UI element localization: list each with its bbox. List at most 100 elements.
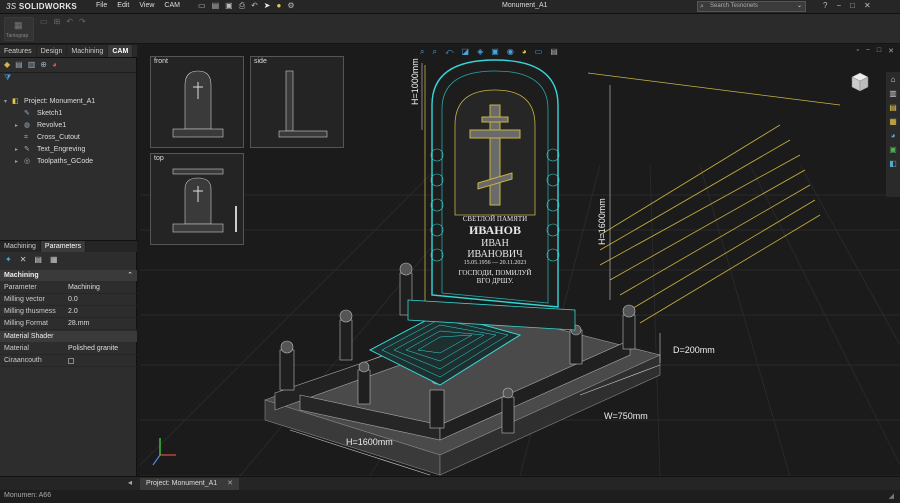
prop-row[interactable]: Parameter Machining [0,282,137,294]
ciraancouth-checkbox[interactable] [68,358,74,364]
close-tab-icon[interactable]: ✕ [227,480,233,487]
tree-item-cross-cutout[interactable]: ⌗ Cross_Cutout [0,132,137,144]
prop-value[interactable]: 28.mm [68,318,89,330]
maximize-icon[interactable]: □ [850,1,855,10]
tree-item-sketch1[interactable]: ✎ Sketch1 [0,108,137,120]
dimxpert-icon[interactable]: ⊕ [40,60,47,70]
zoom-fit-icon[interactable]: ⌕ [420,47,424,57]
expand-arrow-icon[interactable]: ▸ [15,120,18,132]
axis-triad [152,438,176,466]
tree-item-text-engraving[interactable]: ▸ ✎ Text_Engreving [0,144,137,156]
dim-length[interactable]: H=1600mm [346,437,393,447]
command-manager: ▦ Tantograp ▭ ⊞ ↶ ↷ [0,14,900,44]
options-gear-icon[interactable]: ⚙ [287,1,294,11]
tab-design[interactable]: Design [37,45,68,57]
prop-value[interactable]: 2.0 [68,306,78,318]
dim-depth[interactable]: D=200mm [673,345,715,355]
disabled-tool-icon[interactable]: ⊞ [54,17,61,26]
design-library-icon[interactable]: ▥ [889,89,897,98]
menu-file[interactable]: File [96,2,107,9]
graphics-viewport[interactable]: СВЕТЛОЙ ПАМЯТИ ИВАНОВ ИВАН ИВАНОВИЧ 15.0… [140,45,900,476]
disabled-tool-icon[interactable]: ↷ [79,17,86,26]
prop-row-ciraancouth[interactable]: Ciraancouth [0,355,137,367]
appearance-icon[interactable]: ◕ [52,60,57,70]
file-explorer-icon[interactable]: ▤ [889,103,897,112]
undo-icon[interactable]: ↶ [251,1,258,11]
disabled-tool-icon[interactable]: ▭ [40,17,48,26]
open-folder-icon[interactable]: ▤ [212,1,220,11]
prop-row[interactable]: Milling Format 28.mm [0,318,137,330]
dim-height-side[interactable]: H=1600mm [597,198,607,245]
view-side[interactable]: side [250,56,344,148]
home-icon[interactable]: ⌂ [891,75,896,84]
display-style-icon[interactable]: ▣ [491,47,499,57]
search-dropdown-icon[interactable]: ⌄ [797,2,802,11]
tab-machining[interactable]: Machining [67,45,109,57]
navigation-cube[interactable] [848,71,870,93]
viewport-close-icon[interactable]: ✕ [888,47,894,55]
menu-view[interactable]: View [139,2,154,9]
scene-icon[interactable]: ▭ [535,47,543,57]
collapse-arrow-icon[interactable]: ▾ [4,96,7,108]
minimize-icon[interactable]: − [836,1,841,10]
previous-view-icon[interactable]: ⤺ [445,47,454,57]
appearances-icon[interactable]: ◕ [891,131,896,140]
filter-icon[interactable]: ⧩ [0,73,136,84]
cmd-group-tantograp[interactable]: ▦ Tantograp [4,17,34,41]
viewport-maximize-icon[interactable]: □ [877,47,881,55]
dim-width[interactable]: W=750mm [604,411,648,421]
view-settings-icon[interactable]: ▤ [550,47,558,57]
new-file-icon[interactable]: ▭ [198,1,206,11]
close-icon[interactable]: ✕ [864,1,871,10]
copy-icon[interactable]: ▤ [34,255,42,264]
doc-tab-project[interactable]: Project: Monument_A1 ✕ [140,478,240,490]
prop-value[interactable]: Polished granite [68,343,118,355]
prop-value[interactable]: 0.0 [68,294,78,306]
property-manager-icon[interactable]: ▤ [15,60,23,70]
config-manager-icon[interactable]: ▥ [28,60,36,70]
tree-project[interactable]: ▾ ◧ Project: Monument_A1 [0,96,137,108]
section-material-shader[interactable]: Material Shader [0,331,137,342]
prop-row-material[interactable]: Material Polished granite [0,343,137,355]
disabled-tool-icon[interactable]: ↶ [66,17,73,26]
prop-value[interactable]: Machining [68,282,100,294]
status-resize-grip-icon[interactable]: ◢ [889,492,894,500]
dim-height-top[interactable]: H=1000mm [410,58,420,105]
delete-icon[interactable]: ✕ [20,255,27,264]
viewport-restore-icon[interactable]: ▫ [856,47,858,55]
menu-cam[interactable]: CAM [164,2,180,9]
menu-edit[interactable]: Edit [117,2,129,9]
view-palette-icon[interactable]: ▦ [889,117,897,126]
help-icon[interactable]: ? [823,1,827,10]
rebuild-icon[interactable]: ● [277,1,282,11]
custom-properties-icon[interactable]: ▣ [889,145,897,154]
tab-cam[interactable]: CAM [108,45,134,57]
view-top[interactable]: top [150,153,244,245]
paste-icon[interactable]: ▦ [50,255,58,264]
view-orientation-icon[interactable]: ◈ [477,47,483,57]
expand-arrow-icon[interactable]: ▸ [15,156,18,168]
edit-appearance-icon[interactable]: ◕ [522,47,527,57]
save-icon[interactable]: ▣ [225,1,233,11]
hide-show-icon[interactable]: ◉ [507,47,514,57]
prop-row[interactable]: Milling vector 0.0 [0,294,137,306]
print-icon[interactable]: ⎙ [239,1,245,11]
tree-item-revolve1[interactable]: ▸ ◍ Revolve1 [0,120,137,132]
resources-icon[interactable]: ◧ [889,159,897,168]
expand-arrow-icon[interactable]: ▸ [15,144,18,156]
tab-parameters[interactable]: Parameters [40,241,87,252]
tree-item-toolpaths[interactable]: ▸ ◎ Toolpaths_GCode [0,156,137,168]
section-machining[interactable]: Machining ⌃ [0,270,137,281]
tab-features[interactable]: Features [0,45,37,57]
zoom-area-icon[interactable]: ⌕ [432,47,436,57]
viewport-minimize-icon[interactable]: − [866,47,870,55]
pin-icon[interactable]: ✦ [5,255,12,264]
select-cursor-icon[interactable]: ➤ [264,1,271,11]
search-input[interactable]: ⌕ Search Tesnonets ⌄ [697,1,806,12]
feature-manager-icon[interactable]: ◆ [4,60,10,70]
scroll-left-icon[interactable]: ◂ [128,478,132,487]
prop-row[interactable]: Milling thusmess 2.0 [0,306,137,318]
view-front[interactable]: front [150,56,244,148]
tab-machining-props[interactable]: Machining [0,241,41,252]
section-view-icon[interactable]: ◪ [462,47,470,57]
